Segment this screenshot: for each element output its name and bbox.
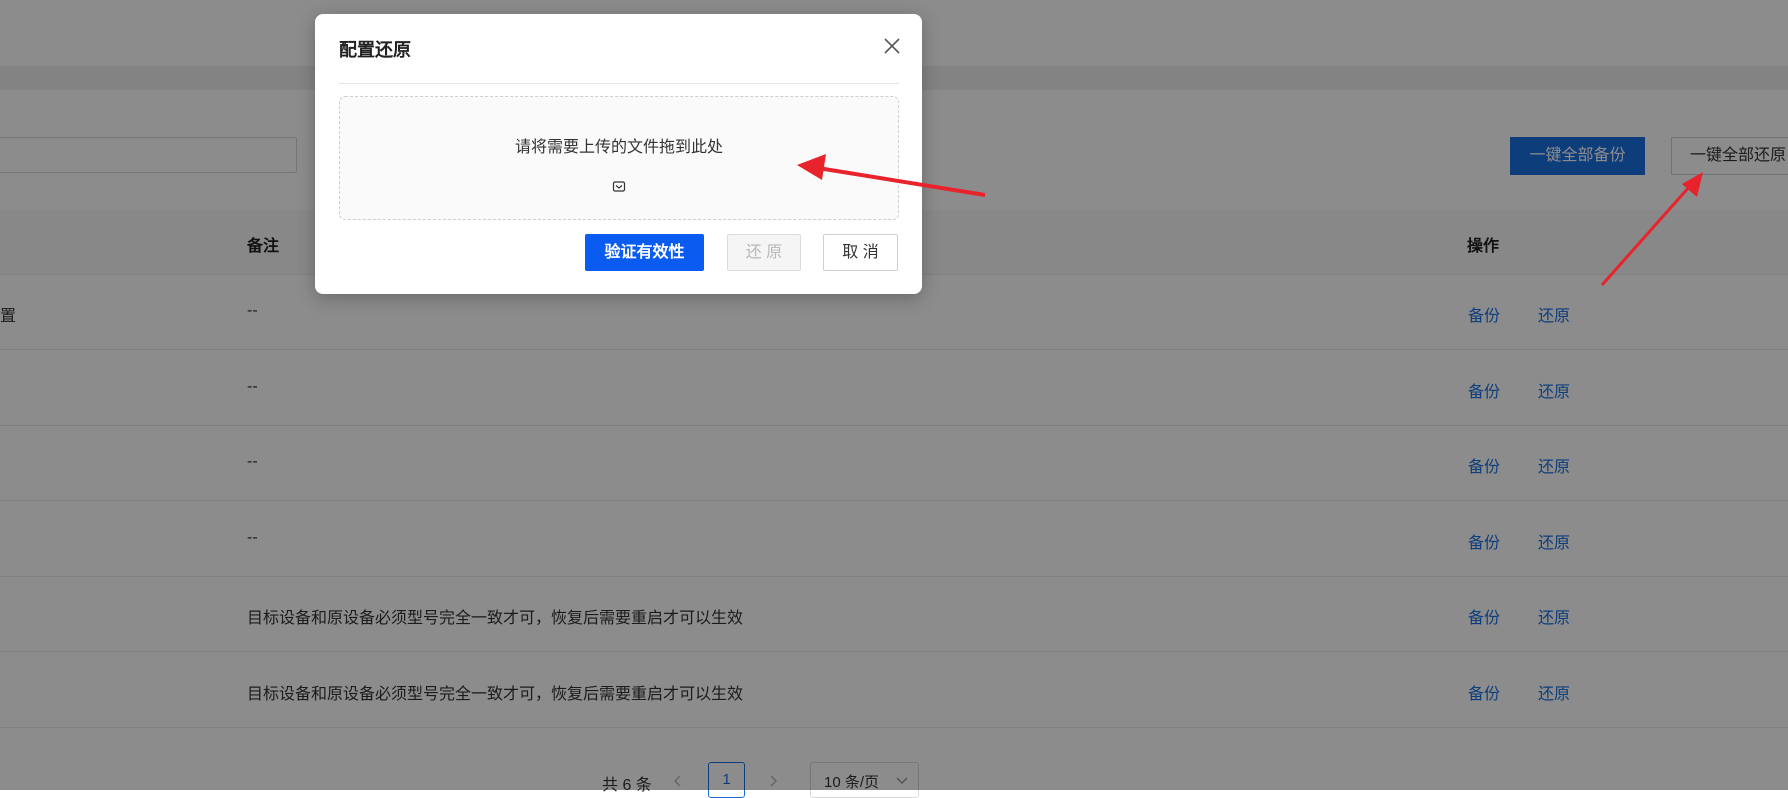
- dialog-divider: [339, 83, 899, 84]
- file-dropzone[interactable]: 请将需要上传的文件拖到此处: [339, 96, 899, 220]
- close-icon[interactable]: [880, 34, 904, 58]
- verify-button[interactable]: 验证有效性: [585, 234, 704, 271]
- restore-button: 还 原: [727, 234, 801, 271]
- config-restore-dialog: 配置还原 请将需要上传的文件拖到此处 验证有效性 还 原 取 消: [315, 14, 922, 294]
- dropzone-text: 请将需要上传的文件拖到此处: [514, 139, 723, 156]
- cancel-button[interactable]: 取 消: [823, 234, 898, 271]
- upload-icon: [612, 179, 626, 193]
- dialog-title: 配置还原: [339, 40, 411, 60]
